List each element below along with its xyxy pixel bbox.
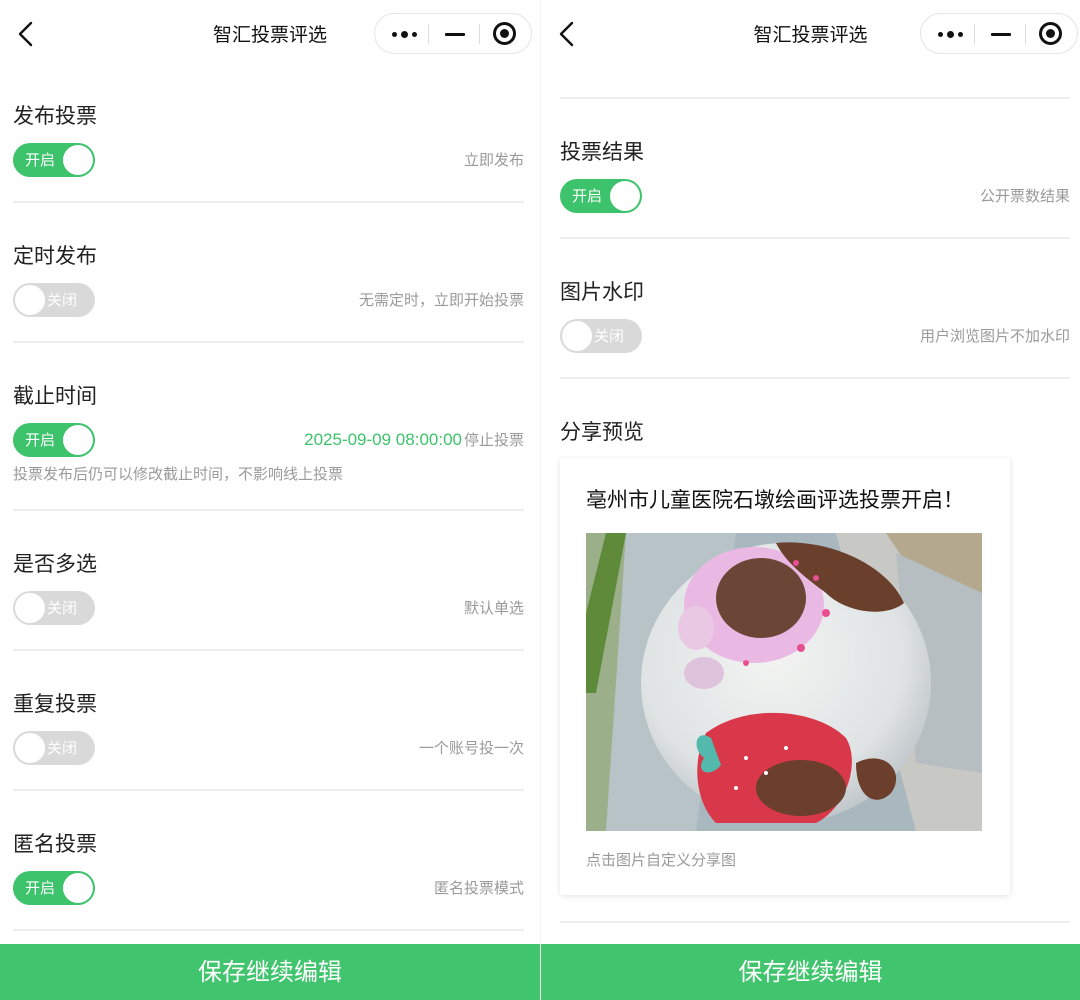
nav-header: 智汇投票评选 (0, 0, 540, 68)
toggle-knob (15, 593, 45, 623)
multi-select-toggle[interactable]: 关闭 (13, 591, 95, 625)
toggle-label: 关闭 (47, 739, 78, 757)
setting-row-vote-result: 投票结果 开启 公开票数结果 (560, 138, 1070, 228)
divider (13, 509, 524, 511)
setting-title: 投票结果 (560, 140, 644, 164)
divider (560, 921, 1070, 923)
setting-hint: 默认单选 (463, 599, 524, 617)
mini-program-capsule (374, 13, 532, 54)
toggle-label: 关闭 (47, 291, 78, 309)
toggle-label: 关闭 (47, 599, 78, 617)
scheduled-toggle[interactable]: 关闭 (13, 283, 95, 317)
setting-title: 是否多选 (13, 552, 97, 576)
toggle-label: 开启 (25, 879, 56, 897)
minimize-button[interactable] (974, 14, 1026, 53)
setting-hint: 用户浏览图片不加水印 (919, 327, 1070, 345)
more-button[interactable] (377, 14, 429, 53)
divider (560, 377, 1070, 379)
publish-toggle[interactable]: 开启 (13, 143, 95, 177)
setting-hint: 立即发布 (463, 151, 524, 169)
toggle-knob (610, 181, 640, 211)
setting-hint: 一个账号投一次 (418, 739, 524, 757)
divider (13, 929, 524, 931)
setting-title: 定时发布 (13, 244, 97, 268)
setting-hint: 匿名投票模式 (433, 879, 524, 897)
setting-row-scheduled: 定时发布 关闭 无需定时，立即开始投票 (13, 242, 524, 332)
watermark-toggle[interactable]: 关闭 (560, 319, 642, 353)
save-continue-button[interactable]: 保存继续编辑 (0, 944, 540, 1000)
toggle-label: 开启 (572, 187, 603, 205)
setting-hint: 公开票数结果 (979, 187, 1070, 205)
divider (13, 789, 524, 791)
toggle-knob (15, 285, 45, 315)
share-preview-card[interactable]: 亳州市儿童医院石墩绘画评选投票开启！ 点击图片自定义分享图 (560, 458, 1010, 895)
setting-title: 匿名投票 (13, 832, 97, 856)
setting-row-deadline: 截止时间 开启 2025-09-09 08:00:00 停止投票 投票发布后仍可以… (13, 382, 524, 492)
more-dots-icon (938, 31, 964, 38)
setting-title: 发布投票 (13, 104, 97, 128)
divider (560, 97, 1070, 99)
share-preview-title: 分享预览 (560, 420, 644, 444)
setting-row-multi-select: 是否多选 关闭 默认单选 (13, 550, 524, 640)
close-target-icon (1039, 22, 1062, 45)
left-panel: 智汇投票评选 发布投票 开启 立即发布 定时发布 关闭 无需定时，立即开始投票 … (0, 0, 540, 1000)
close-target-icon (493, 22, 516, 45)
share-card-note: 点击图片自定义分享图 (586, 851, 737, 869)
setting-title: 截止时间 (13, 384, 97, 408)
share-card-title: 亳州市儿童医院石墩绘画评选投票开启！ (586, 488, 964, 512)
more-dots-icon (392, 31, 418, 38)
toggle-knob (562, 321, 592, 351)
setting-title: 重复投票 (13, 692, 97, 716)
minimize-icon (991, 33, 1011, 36)
setting-row-anonymous: 匿名投票 开启 匿名投票模式 (13, 830, 524, 920)
right-panel: 智汇投票评选 投票结果 开启 公开票数结果 图片水印 关闭 用户浏览图片不加水印… (541, 0, 1080, 1000)
setting-hint: 无需定时，立即开始投票 (358, 291, 524, 309)
painted-stone-photo (586, 533, 982, 831)
vote-result-toggle[interactable]: 开启 (560, 179, 642, 213)
setting-note: 投票发布后仍可以修改截止时间，不影响线上投票 (13, 465, 344, 483)
toggle-knob (63, 425, 93, 455)
mini-program-capsule (920, 13, 1078, 54)
close-button[interactable] (479, 14, 531, 53)
toggle-label: 开启 (25, 151, 56, 169)
toggle-label: 关闭 (594, 327, 625, 345)
save-continue-button[interactable]: 保存继续编辑 (541, 944, 1080, 1000)
anonymous-toggle[interactable]: 开启 (13, 871, 95, 905)
close-button[interactable] (1025, 14, 1077, 53)
divider (13, 341, 524, 343)
divider (560, 237, 1070, 239)
setting-row-publish: 发布投票 开启 立即发布 (13, 102, 524, 192)
deadline-hint: 2025-09-09 08:00:00 停止投票 (304, 430, 524, 450)
setting-hint: 停止投票 (463, 431, 524, 449)
setting-row-watermark: 图片水印 关闭 用户浏览图片不加水印 (560, 278, 1070, 368)
more-button[interactable] (923, 14, 975, 53)
toggle-knob (63, 873, 93, 903)
minimize-button[interactable] (428, 14, 480, 53)
divider (13, 201, 524, 203)
setting-title: 图片水印 (560, 280, 644, 304)
toggle-label: 开启 (25, 431, 56, 449)
nav-header: 智汇投票评选 (541, 0, 1080, 68)
deadline-datetime[interactable]: 2025-09-09 08:00:00 (304, 430, 462, 449)
deadline-toggle[interactable]: 开启 (13, 423, 95, 457)
repeat-vote-toggle[interactable]: 关闭 (13, 731, 95, 765)
divider (13, 649, 524, 651)
share-cover-image[interactable] (586, 533, 982, 831)
minimize-icon (445, 33, 465, 36)
setting-row-repeat-vote: 重复投票 关闭 一个账号投一次 (13, 690, 524, 780)
toggle-knob (63, 145, 93, 175)
toggle-knob (15, 733, 45, 763)
